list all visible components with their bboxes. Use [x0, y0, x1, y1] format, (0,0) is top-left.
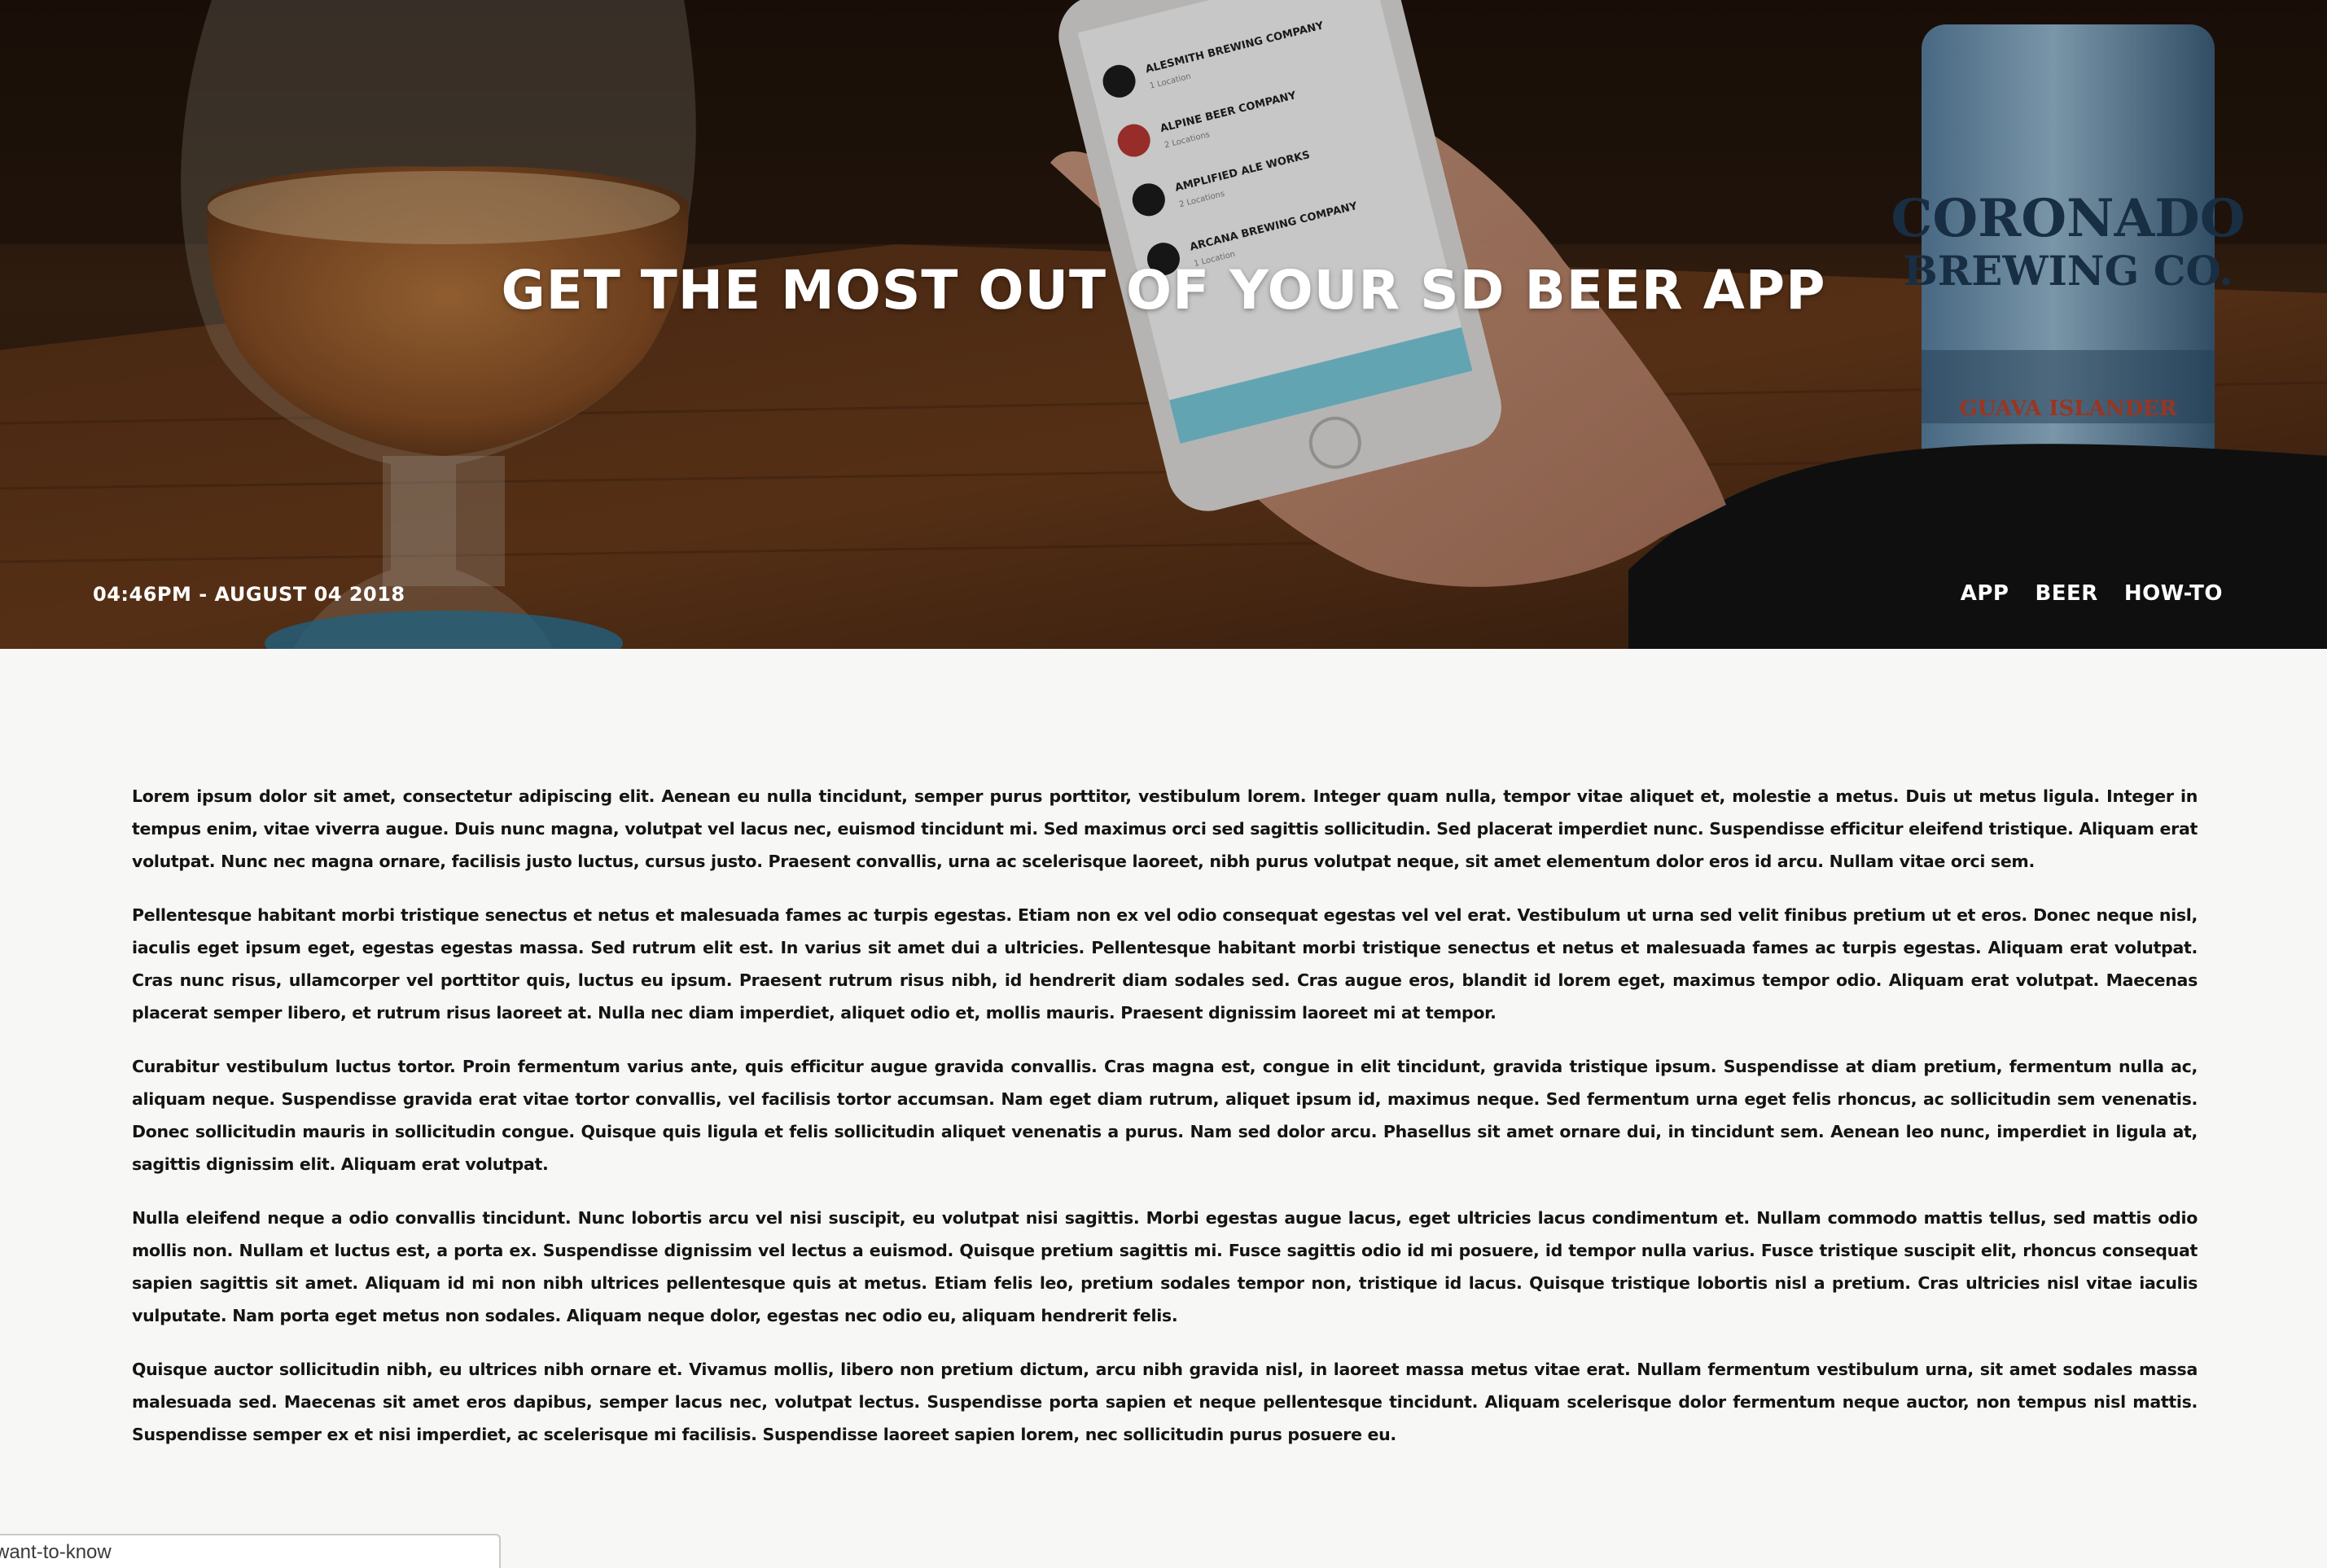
- page: CORONADO BREWING CO. GUAVA ISLANDER ALES…: [0, 0, 2327, 1568]
- hero-overlay: [0, 0, 2327, 649]
- article-paragraph-5: Quisque auctor sollicitudin nibh, eu ult…: [132, 1360, 2198, 1444]
- article-paragraph-4: Nulla eleifend neque a odio convallis ti…: [132, 1208, 2198, 1325]
- tag-app[interactable]: APP: [1961, 581, 2009, 606]
- tag-list: APP BEER HOW-TO: [1961, 581, 2223, 606]
- article-paragraph-2: Pellentesque habitant morbi tristique se…: [132, 905, 2198, 1023]
- article-body: Lorem ipsum dolor sit amet, consectetur …: [132, 780, 2198, 1472]
- article-title: GET THE MOST OUT OF YOUR SD BEER APP: [501, 259, 1826, 322]
- status-url-text: want-to-know: [0, 1541, 112, 1563]
- tag-how-to[interactable]: HOW-TO: [2124, 581, 2223, 606]
- browser-status-bar: want-to-know: [0, 1534, 501, 1568]
- tag-beer[interactable]: BEER: [2035, 581, 2097, 606]
- post-date: 04:46PM - AUGUST 04 2018: [93, 583, 405, 606]
- article-paragraph-1: Lorem ipsum dolor sit amet, consectetur …: [132, 786, 2198, 871]
- hero-banner: CORONADO BREWING CO. GUAVA ISLANDER ALES…: [0, 0, 2327, 649]
- article-paragraph-3: Curabitur vestibulum luctus tortor. Proi…: [132, 1057, 2198, 1174]
